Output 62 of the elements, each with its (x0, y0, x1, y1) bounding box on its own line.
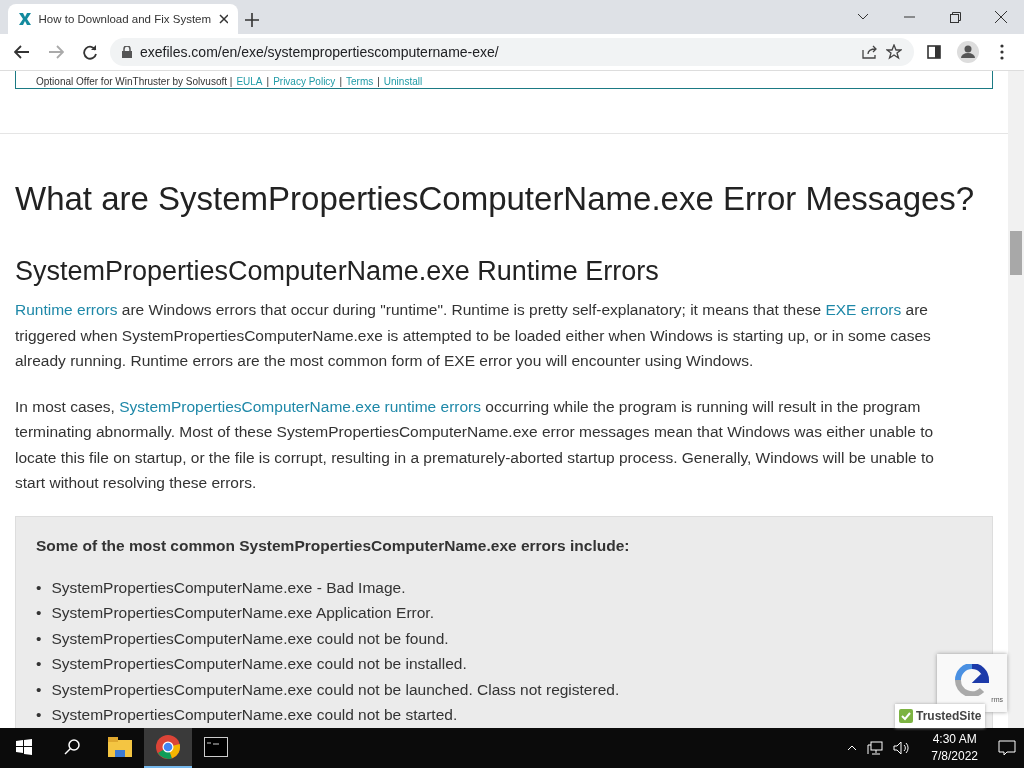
text-link[interactable]: SystemPropertiesComputerName.exe runtime errors (119, 397, 482, 415)
offer-link[interactable]: Terms (346, 76, 374, 87)
list-item: SystemPropertiesComputerName.exe could not be installed. (51, 654, 467, 674)
page-heading: What are SystemPropertiesComputerName.exe Error Messages? (15, 180, 976, 218)
speaker-icon[interactable] (893, 741, 912, 755)
recaptcha-logo-icon (954, 663, 990, 696)
text-link[interactable]: Runtime errors (15, 301, 118, 318)
tab-title: How to Download and Fix System (38, 13, 212, 25)
clock-date: 7/8/2022 (931, 748, 978, 765)
text-link[interactable]: EXE errors (825, 301, 902, 318)
separator: | (266, 76, 270, 87)
checkmark-icon (899, 709, 913, 723)
notification-icon[interactable] (998, 740, 1016, 756)
bullet: • (36, 654, 42, 674)
network-icon[interactable] (867, 741, 884, 755)
url-text: exefiles.com/en/exe/systempropertiescomputername-exe/ (140, 44, 499, 60)
offer-text: Optional Offer for WinThruster by Solvusoft | (36, 76, 233, 87)
chevron-down-icon[interactable] (857, 13, 869, 21)
folder-icon (108, 737, 132, 757)
back-arrow-icon[interactable] (14, 45, 30, 59)
chrome-icon (156, 735, 180, 759)
offer-link[interactable]: EULA (236, 76, 263, 87)
list-item: SystemPropertiesComputerName.exe could not be launched. Class not registered. (51, 679, 620, 700)
paragraph: In most cases, SystemPropertiesComputerName.exe runtime errors occurring while the program is running will result in the program terminating abnormally. Most of these SystemPropertiesComputerName.exe error messages mean that Windows was either unable to locate this file on startup, or the file is corrupt, resulting in a prematurely-aborted startup process. Generally, Windows will be unable to start without resolving these errors. (15, 396, 935, 493)
bullet: • (36, 679, 42, 700)
windows-start-icon[interactable] (16, 739, 32, 755)
offer-link[interactable]: Uninstall (383, 76, 423, 87)
badge-label: TrustedSite (916, 709, 982, 723)
list-item: SystemPropertiesComputerName.exe could not be started. (51, 705, 458, 725)
side-panel-icon[interactable] (927, 45, 941, 59)
bullet: • (36, 577, 42, 598)
list-item: SystemPropertiesComputerName.exe Application Error. (51, 603, 434, 623)
chevron-up-icon[interactable] (847, 745, 858, 751)
bullet: • (36, 705, 42, 725)
site-logo-icon (18, 12, 31, 26)
restore-icon[interactable] (949, 11, 961, 23)
bullet: • (36, 628, 42, 649)
profile-avatar-icon[interactable] (957, 41, 979, 63)
browser-tab[interactable]: How to Download and Fix System (8, 4, 238, 34)
share-icon[interactable] (862, 45, 878, 59)
minimize-icon[interactable] (903, 16, 915, 18)
trustedsite-badge[interactable]: TrustedSite (895, 704, 985, 728)
bullet: • (36, 603, 42, 623)
list-item: SystemPropertiesComputerName.exe - Bad Image. (51, 577, 406, 598)
star-icon[interactable] (886, 44, 902, 60)
search-icon[interactable] (64, 739, 80, 755)
reload-icon[interactable] (82, 44, 98, 60)
paragraph: Runtime errors are Windows errors that occur during "runtime". Runtime is pretty self-explanatory; it means that these EXE errors are triggered when SystemPropertiesComputerName.exe is attempted to be loaded either when Windows is starting up, or in some cases already running. Runtime errors are the most common form of EXE error you will encounter using Windows. (15, 300, 932, 371)
menu-icon[interactable] (1000, 44, 1004, 60)
new-tab-icon[interactable] (245, 13, 259, 27)
separator: | (377, 76, 380, 87)
section-heading: SystemPropertiesComputerName.exe Runtime Errors (15, 256, 660, 287)
clock-time: 4:30 AM (932, 731, 977, 748)
panel-heading: Some of the most common SystemPropertiesComputerName.exe errors include: (36, 536, 631, 555)
close-icon[interactable] (219, 14, 228, 24)
close-icon[interactable] (995, 11, 1007, 23)
address-bar[interactable]: exefiles.com/en/exe/systempropertiescomputername-exe/ (110, 38, 914, 66)
lock-icon (122, 46, 132, 58)
separator: | (339, 76, 342, 87)
offer-link[interactable]: Privacy Policy (273, 76, 336, 87)
terminal-icon (204, 737, 228, 757)
list-item: SystemPropertiesComputerName.exe could not be found. (51, 628, 449, 649)
